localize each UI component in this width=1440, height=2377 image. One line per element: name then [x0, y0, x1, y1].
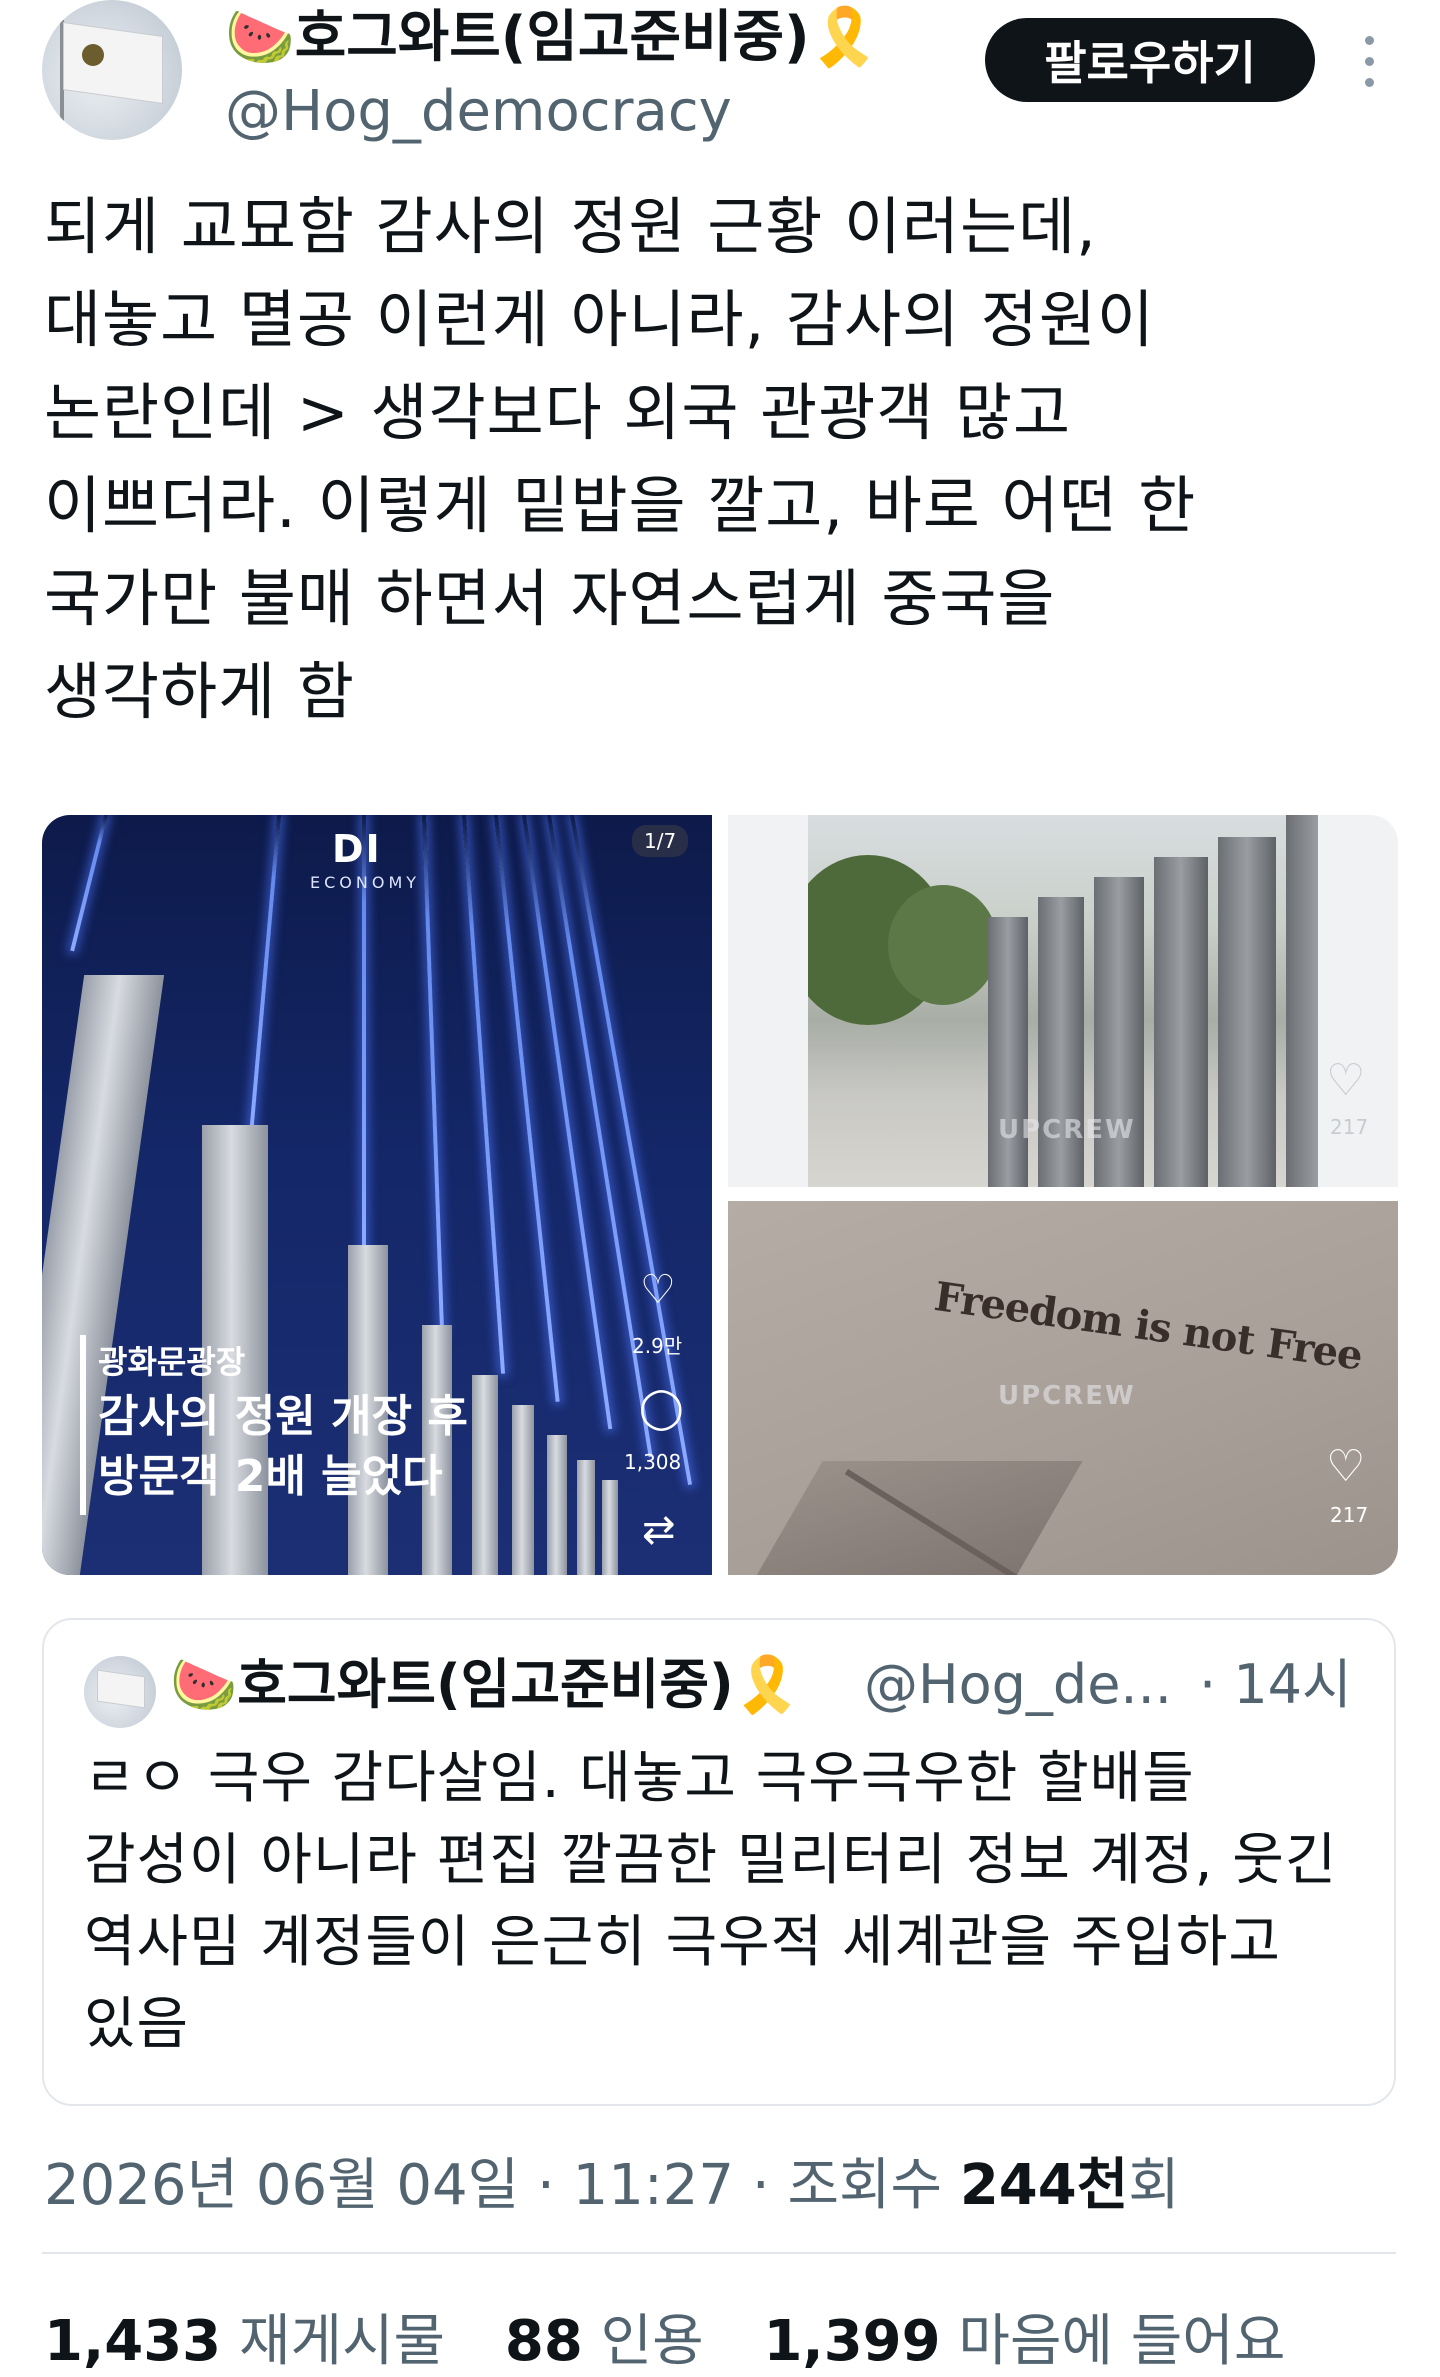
quoted-author-handle: @Hog_de... — [864, 1653, 1172, 1716]
media-grid: DI ECONOMY 1/7 광화문광장 감사의 정원 개장 후 방문객 2배 … — [42, 815, 1398, 1575]
quoted-timestamp: · 14시 — [1199, 1653, 1352, 1716]
watermark: UPCREW — [998, 1115, 1136, 1145]
author-avatar[interactable] — [42, 0, 182, 140]
author-name[interactable]: 🍉호그와트(임고준비중)🎗️ — [225, 6, 879, 70]
author-handle[interactable]: @Hog_democracy — [225, 80, 732, 144]
heart-icon: ♡ — [1326, 1055, 1366, 1106]
comment-icon: ◯ — [639, 1385, 684, 1431]
views-count: 244천 — [959, 2153, 1129, 2218]
engagement-stats: 1,433 재게시물 88 인용 1,399 마음에 들어요 — [44, 2296, 1327, 2377]
media-logo-sub: ECONOMY — [310, 873, 421, 892]
retweets-stat[interactable]: 1,433 재게시물 — [44, 2309, 445, 2374]
heart-icon: ♡ — [1326, 1441, 1366, 1492]
media-likes: 2.9만 — [632, 1334, 683, 1358]
media-caption-big: 감사의 정원 개장 후 방문객 2배 늘었다 — [98, 1391, 468, 1502]
heart-icon: ♡ — [640, 1267, 676, 1313]
repost-icon: ⇄ — [642, 1507, 676, 1553]
quoted-text: ㄹㅇ 극우 감다살임. 대놓고 극우극우한 할배들 감성이 아니라 편집 깔끔한… — [84, 1746, 1338, 2057]
media-logo: DI — [332, 827, 382, 871]
watermark: UPCREW — [998, 1381, 1136, 1411]
quoted-author-avatar — [84, 1656, 156, 1728]
quotes-stat[interactable]: 88 인용 — [505, 2309, 704, 2374]
media-image-3[interactable]: Freedom is not Free UPCREW ♡ 217 — [728, 1201, 1398, 1575]
quoted-author-name: 🍉호그와트(임고준비중)🎗️ — [170, 1653, 801, 1716]
media-image-2[interactable]: UPCREW ♡ 217 — [728, 815, 1398, 1187]
views-suffix: 회 — [1128, 2153, 1180, 2218]
tweet-time[interactable]: 11:27 — [573, 2153, 734, 2218]
more-options-icon[interactable] — [1362, 36, 1376, 96]
likes-stat[interactable]: 1,399 마음에 들어요 — [763, 2309, 1285, 2374]
media-page-indicator: 1/7 — [632, 825, 689, 857]
media-comments: 1,308 — [624, 1450, 682, 1474]
media-likes: 217 — [1330, 1503, 1369, 1527]
tweet-date[interactable]: 2026년 06월 04일 — [44, 2153, 519, 2218]
media-likes: 217 — [1330, 1115, 1369, 1139]
divider — [42, 2252, 1396, 2254]
media-caption-small: 광화문광장 — [98, 1343, 246, 1381]
quoted-tweet[interactable]: 🍉호그와트(임고준비중)🎗️ @Hog_de... · 14시 ㄹㅇ 극우 감다… — [42, 1618, 1396, 2106]
memorial-columns-photo: UPCREW — [808, 815, 1318, 1187]
media-image-1[interactable]: DI ECONOMY 1/7 광화문광장 감사의 정원 개장 후 방문객 2배 … — [42, 815, 712, 1575]
tweet-meta: 2026년 06월 04일 · 11:27 · 조회수 244천회 — [44, 2153, 1180, 2218]
wall-inscription: Freedom is not Free — [931, 1273, 1365, 1380]
views-label: 조회수 — [787, 2153, 942, 2218]
follow-button[interactable]: 팔로우하기 — [985, 18, 1315, 102]
tweet-text: 되게 교묘함 감사의 정원 근황 이러는데, 대놓고 멸공 이런게 아니라, 감… — [44, 190, 1197, 728]
